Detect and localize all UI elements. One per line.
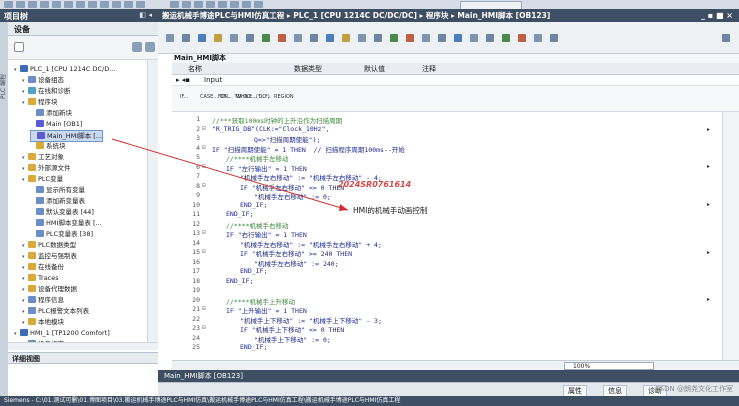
annotation-arrow-head — [339, 204, 348, 211]
annotation-label: HMI的机械手动画控制 — [353, 206, 428, 215]
annotation-arrow-overlay — [111, 138, 349, 211]
annotation-arrow-line — [111, 138, 349, 211]
overlay-watermark-mark: 2024SR0761614 — [338, 180, 412, 189]
